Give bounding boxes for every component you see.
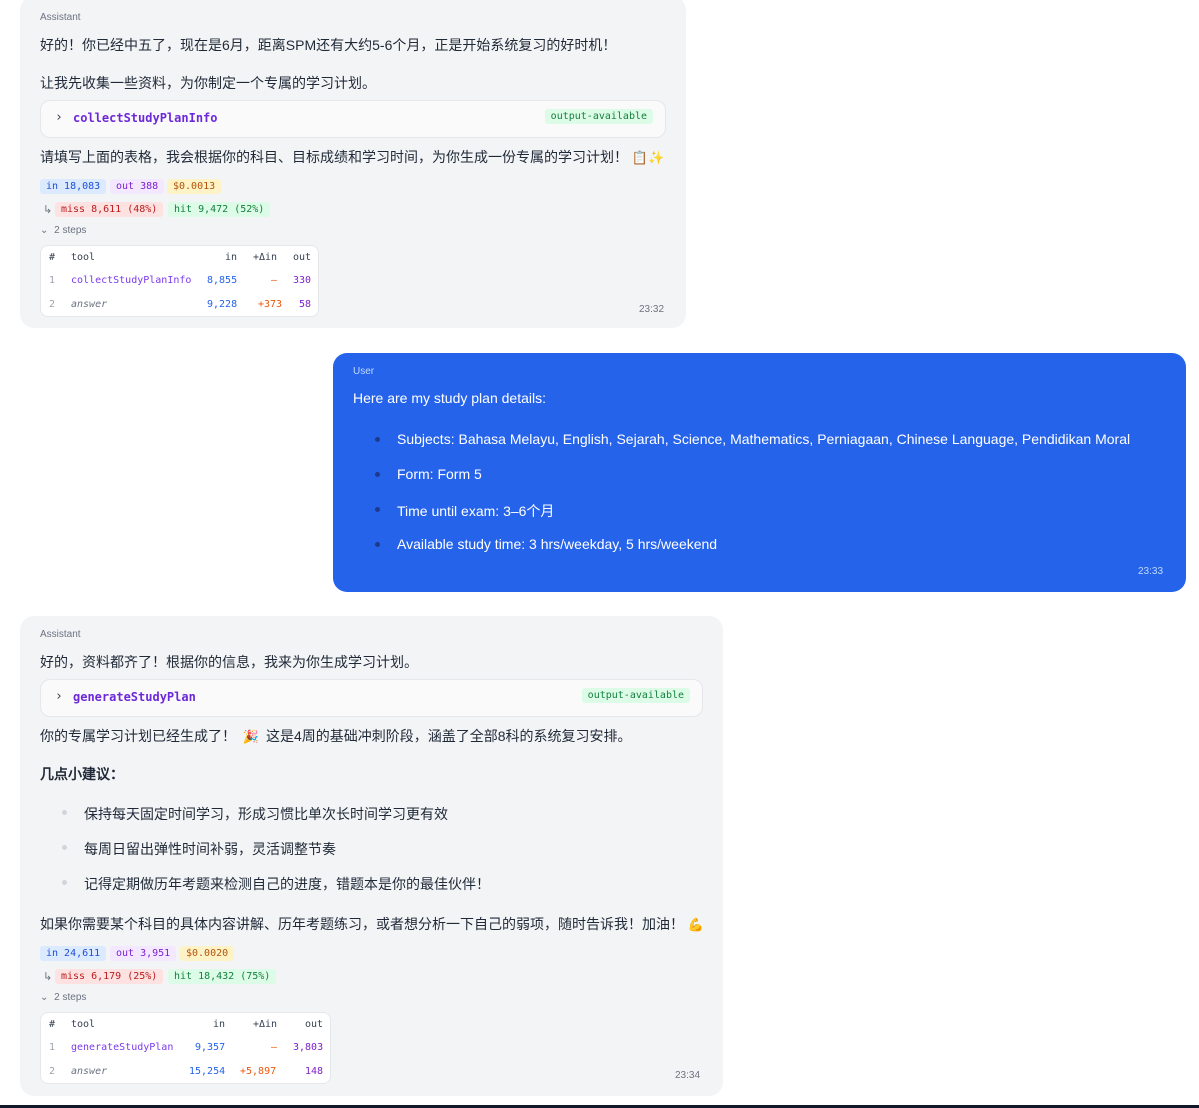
- col-header-tool: tool: [71, 1019, 96, 1030]
- message-text-content: 请填写上面的表格，我会根据你的科目、目标成绩和学习时间，为你生成一份专属的学习计…: [40, 149, 628, 165]
- col-header-out: out: [293, 252, 312, 263]
- bullet-dot: [62, 810, 67, 815]
- message-role: Assistant: [40, 629, 81, 640]
- tool-call-card[interactable]: › collectStudyPlanInfo output-available: [40, 100, 666, 138]
- message-text: 好的，资料都齐了！根据你的信息，我来为你生成学习计划。: [40, 654, 418, 670]
- message-text: 让我先收集一些资料，为你制定一个专属的学习计划。: [40, 75, 376, 91]
- list-item: 记得定期做历年考题来检测自己的进度，错题本是你的最佳伙伴！: [84, 876, 490, 892]
- row-in: 8,855: [207, 275, 238, 286]
- tool-status-badge: output-available: [581, 688, 690, 703]
- row-delta: +5,897: [240, 1066, 277, 1077]
- cache-miss-badge: miss 8,611 (48%): [55, 202, 164, 217]
- steps-table: # tool in +Δin out 1 collectStudyPlanInf…: [40, 245, 319, 317]
- list-item: 保持每天固定时间学习，形成习惯比单次长时间学习更有效: [84, 806, 448, 822]
- bullet-dot: [375, 542, 380, 547]
- sub-arrow-icon: ↳: [43, 204, 53, 216]
- tool-call-card[interactable]: › generateStudyPlan output-available: [40, 679, 703, 717]
- tokens-out-badge: out 388: [110, 179, 165, 194]
- row-in: 9,228: [207, 299, 238, 310]
- cost-badge: $0.0020: [180, 946, 235, 961]
- steps-label: 2 steps: [54, 225, 87, 236]
- chevron-down-icon: ⌄: [40, 992, 49, 1003]
- list-item: Time until exam: 3–6个月: [397, 503, 555, 519]
- row-out: 148: [305, 1066, 324, 1077]
- tokens-out-badge: out 3,951: [110, 946, 177, 961]
- flexed-biceps-emoji: 💪: [687, 917, 705, 932]
- message-text-content: 如果你需要某个科目的具体内容讲解、历年考题练习，或者想分析一下自己的弱项，随时告…: [40, 916, 684, 932]
- bullet-dot: [62, 845, 67, 850]
- list-item: Form: Form 5: [397, 466, 482, 482]
- tokens-in-badge: in 24,611: [40, 946, 107, 961]
- row-out: 58: [299, 299, 312, 310]
- cost-badge: $0.0013: [167, 179, 222, 194]
- message-text-content: 这是4周的基础冲刺阶段，涵盖了全部8科的系统复习安排。: [265, 728, 632, 744]
- clipboard-sparkles-emoji: 📋✨: [631, 150, 665, 165]
- row-delta: –: [271, 275, 278, 286]
- steps-toggle[interactable]: ⌄ 2 steps: [40, 225, 86, 236]
- message-text: 请填写上面的表格，我会根据你的科目、目标成绩和学习时间，为你生成一份专属的学习计…: [40, 147, 664, 167]
- list-item: 每周日留出弹性时间补弱，灵活调整节奏: [84, 841, 336, 857]
- cache-hit-badge: hit 18,432 (75%): [168, 969, 277, 984]
- bullet-dot: [62, 880, 67, 885]
- row-num: 2: [49, 1066, 56, 1077]
- col-header-delta: +Δin: [253, 252, 278, 263]
- list-item: Subjects: Bahasa Melayu, English, Sejara…: [397, 431, 1131, 447]
- tool-call-name: collectStudyPlanInfo: [73, 111, 218, 125]
- message-role: Assistant: [40, 12, 81, 23]
- steps-table: # tool in +Δin out 1 generateStudyPlan 9…: [40, 1012, 331, 1084]
- row-in: 9,357: [195, 1042, 226, 1053]
- col-header-delta: +Δin: [253, 1019, 278, 1030]
- chevron-down-icon: ⌄: [40, 225, 49, 236]
- row-tool: generateStudyPlan: [71, 1042, 174, 1053]
- cache-hit-badge: hit 9,472 (52%): [168, 202, 271, 217]
- message-text: 好的！你已经中五了，现在是6月，距离SPM还有大约5-6个月，正是开始系统复习的…: [40, 37, 617, 53]
- row-num: 1: [49, 275, 56, 286]
- cache-miss-badge: miss 6,179 (25%): [55, 969, 164, 984]
- row-tool: collectStudyPlanInfo: [71, 275, 192, 286]
- row-in: 15,254: [189, 1066, 226, 1077]
- party-popper-emoji: 🎉: [242, 729, 260, 744]
- bullet-dot: [375, 437, 380, 442]
- col-header-out: out: [305, 1019, 324, 1030]
- chevron-right-icon: ›: [55, 689, 63, 704]
- list-item: Available study time: 3 hrs/weekday, 5 h…: [397, 536, 718, 552]
- row-delta: +373: [258, 299, 283, 310]
- row-out: 3,803: [293, 1042, 324, 1053]
- bullet-dot: [375, 507, 380, 512]
- row-num: 2: [49, 299, 56, 310]
- message-timestamp: 23:34: [675, 1070, 701, 1081]
- bullet-dot: [375, 472, 380, 477]
- message-role: User: [353, 366, 375, 377]
- sub-arrow-icon: ↳: [43, 971, 53, 983]
- message-timestamp: 23:33: [1138, 566, 1164, 577]
- message-text-content: 你的专属学习计划已经生成了！: [40, 728, 236, 744]
- tool-call-name: generateStudyPlan: [73, 690, 196, 704]
- row-out: 330: [293, 275, 312, 286]
- col-header-num: #: [49, 1019, 56, 1030]
- section-heading: 几点小建议：: [40, 766, 124, 782]
- row-num: 1: [49, 1042, 56, 1053]
- tool-status-badge: output-available: [544, 109, 653, 124]
- message-text: 如果你需要某个科目的具体内容讲解、历年考题练习，或者想分析一下自己的弱项，随时告…: [40, 914, 704, 934]
- col-header-in: in: [225, 252, 238, 263]
- col-header-in: in: [213, 1019, 226, 1030]
- row-delta: –: [271, 1042, 278, 1053]
- steps-toggle[interactable]: ⌄ 2 steps: [40, 992, 86, 1003]
- message-text: Here are my study plan details:: [353, 390, 546, 406]
- row-tool: answer: [71, 1066, 108, 1077]
- row-tool: answer: [71, 299, 108, 310]
- message-text: 你的专属学习计划已经生成了！ 🎉 这是4周的基础冲刺阶段，涵盖了全部8科的系统复…: [40, 726, 632, 746]
- chevron-right-icon: ›: [55, 110, 63, 125]
- col-header-num: #: [49, 252, 56, 263]
- tokens-in-badge: in 18,083: [40, 179, 107, 194]
- message-timestamp: 23:32: [639, 304, 665, 315]
- col-header-tool: tool: [71, 252, 96, 263]
- steps-label: 2 steps: [54, 992, 87, 1003]
